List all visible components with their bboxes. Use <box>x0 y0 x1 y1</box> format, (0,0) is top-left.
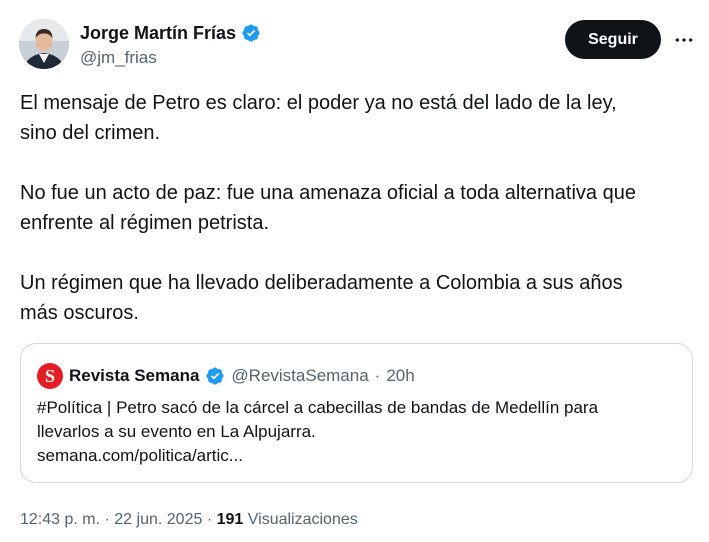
tweet-time[interactable]: 12:43 p. m. <box>20 511 100 528</box>
quoted-tweet-card[interactable]: S Revista Semana @RevistaSemana · 20h #P… <box>20 343 693 483</box>
quoted-line: llevarlos a su evento en La Alpujarra. <box>37 422 316 441</box>
tweet-paragraph: No fue un acto de paz: fue una amenaza o… <box>20 178 690 238</box>
tweet-line: enfrente al régimen petrista. <box>20 212 270 234</box>
quoted-tweet-header: S Revista Semana @RevistaSemana · 20h <box>37 363 415 389</box>
follow-button[interactable]: Seguir <box>565 20 661 59</box>
tweet-line: más oscuros. <box>20 302 139 324</box>
tweet-line: Un régimen que ha llevado deliberadament… <box>20 272 623 294</box>
tweet-line: El mensaje de Petro es claro: el poder y… <box>20 92 617 114</box>
tweet-paragraph: El mensaje de Petro es claro: el poder y… <box>20 88 690 148</box>
quoted-tweet-text: #Política | Petro sacó de la cárcel a ca… <box>37 396 677 468</box>
separator-dot: · <box>206 511 213 528</box>
verified-badge-icon <box>241 23 261 43</box>
tweet-metadata: 12:43 p. m. · 22 jun. 2025 · 191 Visuali… <box>20 509 358 531</box>
author-name[interactable]: Jorge Martín Frías <box>80 22 236 44</box>
avatar[interactable] <box>19 19 69 69</box>
quoted-line: #Política | Petro sacó de la cárcel a ca… <box>37 398 599 417</box>
avatar-image <box>19 19 69 69</box>
verified-badge-icon <box>205 366 225 386</box>
tweet-line: No fue un acto de paz: fue una amenaza o… <box>20 182 636 204</box>
separator-dot: · <box>374 366 381 385</box>
quoted-author-handle: @RevistaSemana <box>231 366 369 385</box>
author-name-row: Jorge Martín Frías <box>80 22 261 44</box>
views-label: Visualizaciones <box>247 511 358 528</box>
more-icon[interactable] <box>672 28 696 52</box>
author-handle[interactable]: @jm_frias <box>80 47 157 69</box>
quoted-link: semana.com/politica/artic... <box>37 446 243 465</box>
tweet-line: sino del crimen. <box>20 122 161 144</box>
tweet-date[interactable]: 22 jun. 2025 <box>114 511 202 528</box>
quoted-timestamp: 20h <box>386 366 415 385</box>
tweet-paragraph: Un régimen que ha llevado deliberadament… <box>20 268 690 328</box>
semana-logo-icon: S <box>37 363 63 389</box>
quoted-author-name: Revista Semana <box>69 366 200 385</box>
separator-dot: · <box>104 511 110 528</box>
views-count: 191 <box>216 511 244 528</box>
tweet-text: El mensaje de Petro es claro: el poder y… <box>20 88 690 328</box>
